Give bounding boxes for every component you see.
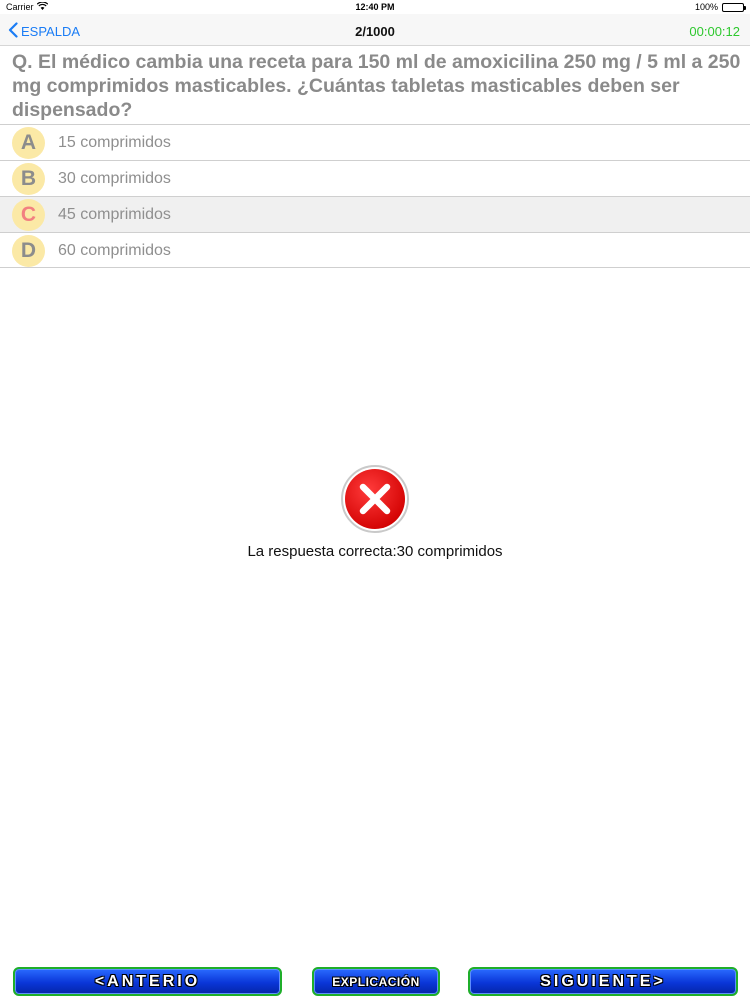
- option-text: 30 comprimidos: [58, 170, 171, 187]
- option-letter-badge: D: [12, 235, 45, 267]
- question-text: Q. El médico cambia una receta para 150 …: [12, 51, 741, 121]
- chevron-left-icon: [8, 22, 18, 41]
- correct-answer-message: La respuesta correcta:30 comprimidos: [247, 543, 503, 560]
- option-letter-badge: B: [12, 163, 45, 195]
- option-text: 60 comprimidos: [58, 242, 171, 259]
- next-button[interactable]: SIGUIENTE>: [468, 967, 738, 996]
- wrong-x-icon: [340, 464, 410, 534]
- navigation-bar: ESPALDA 2/1000 00:00:12: [0, 14, 750, 46]
- quiz-screen: Carrier 12:40 PM 100% ESPALDA 2/1000 00:…: [0, 0, 750, 1000]
- status-bar: Carrier 12:40 PM 100%: [0, 0, 750, 14]
- battery-indicator: 100%: [694, 2, 746, 12]
- status-time: 12:40 PM: [355, 2, 395, 12]
- option-b[interactable]: B 30 comprimidos: [0, 160, 750, 196]
- option-text: 45 comprimidos: [58, 206, 171, 223]
- option-a[interactable]: A 15 comprimidos: [0, 124, 750, 160]
- option-letter-badge: C: [12, 199, 45, 231]
- option-d[interactable]: D 60 comprimidos: [0, 232, 750, 268]
- battery-icon: [722, 2, 746, 12]
- option-letter-badge: A: [12, 127, 45, 159]
- battery-percent: 100%: [694, 2, 718, 12]
- explanation-button[interactable]: EXPLICACIÓN: [312, 967, 440, 996]
- back-button[interactable]: ESPALDA: [8, 22, 80, 41]
- back-button-label: ESPALDA: [21, 24, 81, 39]
- previous-button[interactable]: <ANTERIO: [13, 967, 282, 996]
- option-text: 15 comprimidos: [58, 134, 171, 151]
- option-c[interactable]: C 45 comprimidos: [0, 196, 750, 232]
- answer-options: A 15 comprimidos B 30 comprimidos C 45 c…: [0, 124, 750, 268]
- question-counter: 2/1000: [355, 24, 395, 39]
- elapsed-timer: 00:00:12: [689, 24, 740, 39]
